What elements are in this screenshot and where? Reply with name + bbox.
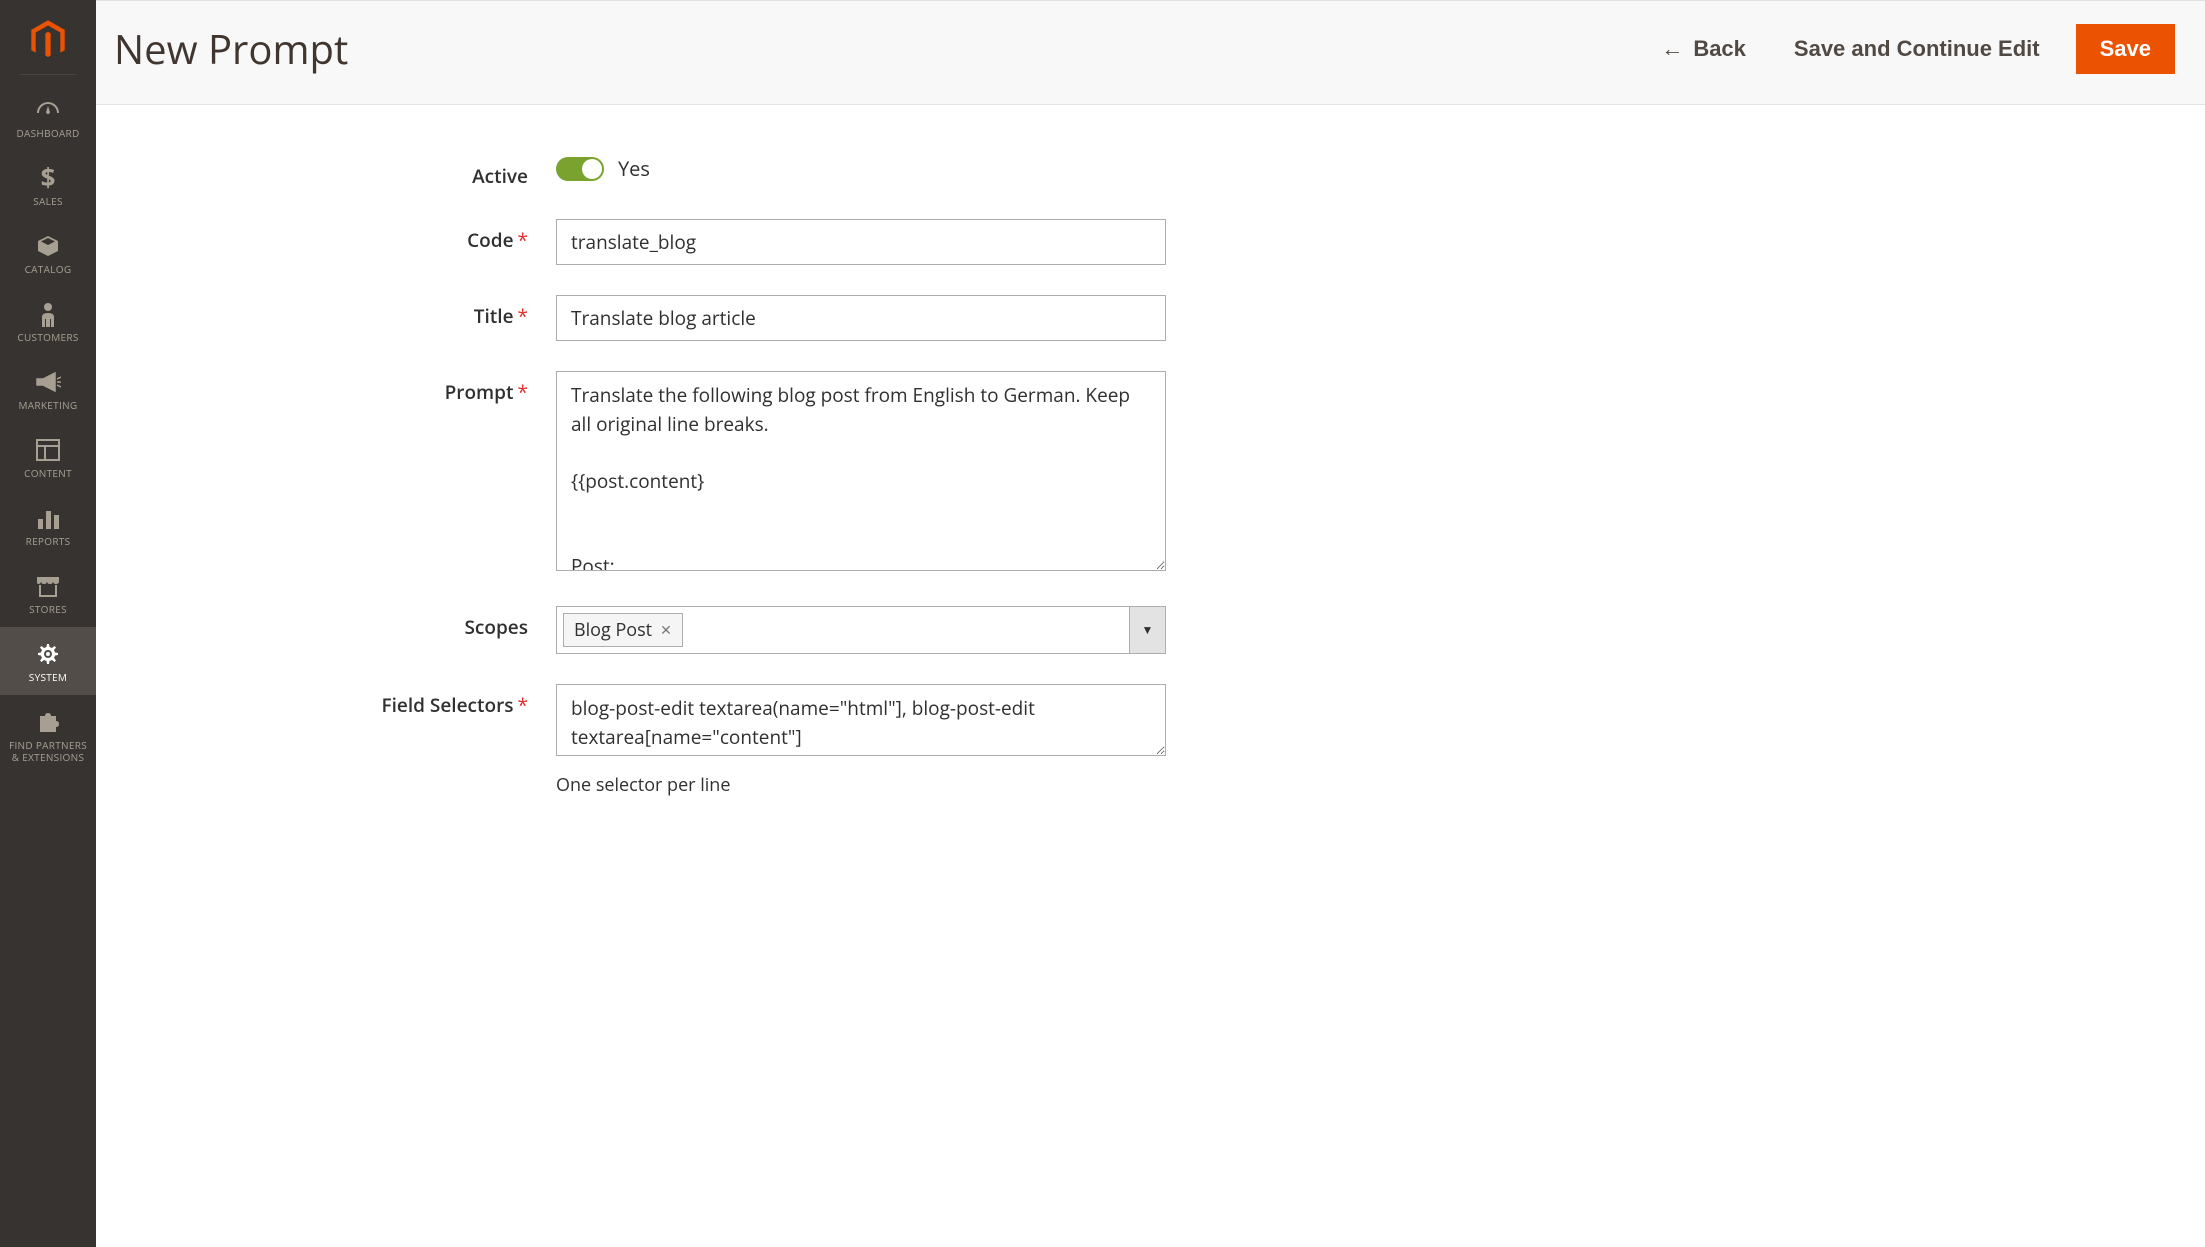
form-row-title: Title* — [356, 295, 1166, 341]
required-mark: * — [518, 227, 528, 253]
sidebar-item-label: SALES — [33, 195, 63, 207]
header-actions: ← Back Save and Continue Edit Save — [1637, 24, 2175, 74]
active-toggle-display: Yes — [618, 155, 650, 182]
sidebar-item-dashboard[interactable]: DASHBOARD — [0, 83, 96, 151]
page-header: New Prompt ← Back Save and Continue Edit… — [96, 0, 2205, 105]
puzzle-icon — [36, 709, 60, 735]
sidebar-item-label: CATALOG — [25, 263, 72, 275]
code-label: Code* — [356, 219, 556, 253]
field-selectors-helper: One selector per line — [556, 773, 1166, 797]
page-title: New Prompt — [114, 21, 1637, 76]
main-content: New Prompt ← Back Save and Continue Edit… — [96, 0, 2205, 1247]
toggle-knob — [582, 159, 602, 179]
box-icon — [36, 233, 60, 259]
magento-logo-icon — [26, 18, 70, 62]
title-label: Title* — [356, 295, 556, 329]
save-button[interactable]: Save — [2076, 24, 2175, 74]
sidebar-item-catalog[interactable]: CATALOG — [0, 219, 96, 287]
prompt-label: Prompt* — [356, 371, 556, 405]
required-mark: * — [518, 692, 528, 718]
svg-text:$: $ — [41, 165, 56, 191]
chevron-down-icon: ▼ — [1142, 623, 1154, 637]
sidebar-item-partners[interactable]: FIND PARTNERS & EXTENSIONS — [0, 695, 96, 775]
sidebar-item-stores[interactable]: STORES — [0, 559, 96, 627]
scope-tag: Blog Post ✕ — [563, 613, 683, 647]
scope-tag-label: Blog Post — [574, 618, 652, 642]
sidebar-item-reports[interactable]: REPORTS — [0, 491, 96, 559]
gear-icon — [36, 641, 60, 667]
sidebar-item-label: SYSTEM — [29, 671, 67, 683]
bars-icon — [36, 505, 60, 531]
active-label: Active — [356, 155, 556, 189]
sidebar-item-label: DASHBOARD — [16, 127, 79, 139]
sidebar-item-label: CONTENT — [24, 467, 72, 479]
layout-icon — [36, 437, 60, 463]
storefront-icon — [35, 573, 61, 599]
active-toggle[interactable] — [556, 157, 604, 181]
sidebar-item-marketing[interactable]: MARKETING — [0, 355, 96, 423]
prompt-textarea[interactable] — [556, 371, 1166, 571]
sidebar-item-label: CUSTOMERS — [17, 331, 78, 343]
sidebar-item-content[interactable]: CONTENT — [0, 423, 96, 491]
form-row-field-selectors: Field Selectors* One selector per line — [356, 684, 1166, 797]
code-input[interactable] — [556, 219, 1166, 265]
gauge-icon — [35, 97, 61, 123]
sidebar-item-label: REPORTS — [26, 535, 71, 547]
form-row-active: Active Yes — [356, 155, 1166, 189]
arrow-left-icon: ← — [1661, 36, 1683, 62]
field-selectors-label: Field Selectors* — [356, 684, 556, 718]
save-continue-button[interactable]: Save and Continue Edit — [1770, 26, 2064, 72]
field-selectors-textarea[interactable] — [556, 684, 1166, 756]
back-button[interactable]: ← Back — [1637, 26, 1770, 72]
sidebar-item-label: STORES — [29, 603, 67, 615]
sidebar-item-system[interactable]: SYSTEM — [0, 627, 96, 695]
sidebar-item-customers[interactable]: CUSTOMERS — [0, 287, 96, 355]
megaphone-icon — [35, 369, 61, 395]
person-icon — [38, 301, 58, 327]
back-button-label: Back — [1693, 36, 1746, 62]
form-row-scopes: Scopes Blog Post ✕ ▼ — [356, 606, 1166, 654]
scopes-label: Scopes — [356, 606, 556, 640]
magento-logo[interactable] — [20, 0, 76, 75]
sidebar-item-sales[interactable]: $ SALES — [0, 151, 96, 219]
scopes-dropdown-button[interactable]: ▼ — [1129, 607, 1165, 653]
close-icon[interactable]: ✕ — [660, 621, 672, 640]
form-row-code: Code* — [356, 219, 1166, 265]
form: Active Yes Code* — [96, 105, 1196, 857]
form-row-prompt: Prompt* — [356, 371, 1166, 576]
required-mark: * — [518, 379, 528, 405]
sidebar: DASHBOARD $ SALES CATALOG CUSTOMERS MARK… — [0, 0, 96, 1247]
required-mark: * — [518, 303, 528, 329]
dollar-icon: $ — [39, 165, 57, 191]
sidebar-item-label: MARKETING — [19, 399, 78, 411]
scopes-tags-area[interactable]: Blog Post ✕ — [557, 607, 1129, 653]
scopes-multiselect[interactable]: Blog Post ✕ ▼ — [556, 606, 1166, 654]
title-input[interactable] — [556, 295, 1166, 341]
sidebar-item-label: FIND PARTNERS & EXTENSIONS — [4, 739, 92, 763]
